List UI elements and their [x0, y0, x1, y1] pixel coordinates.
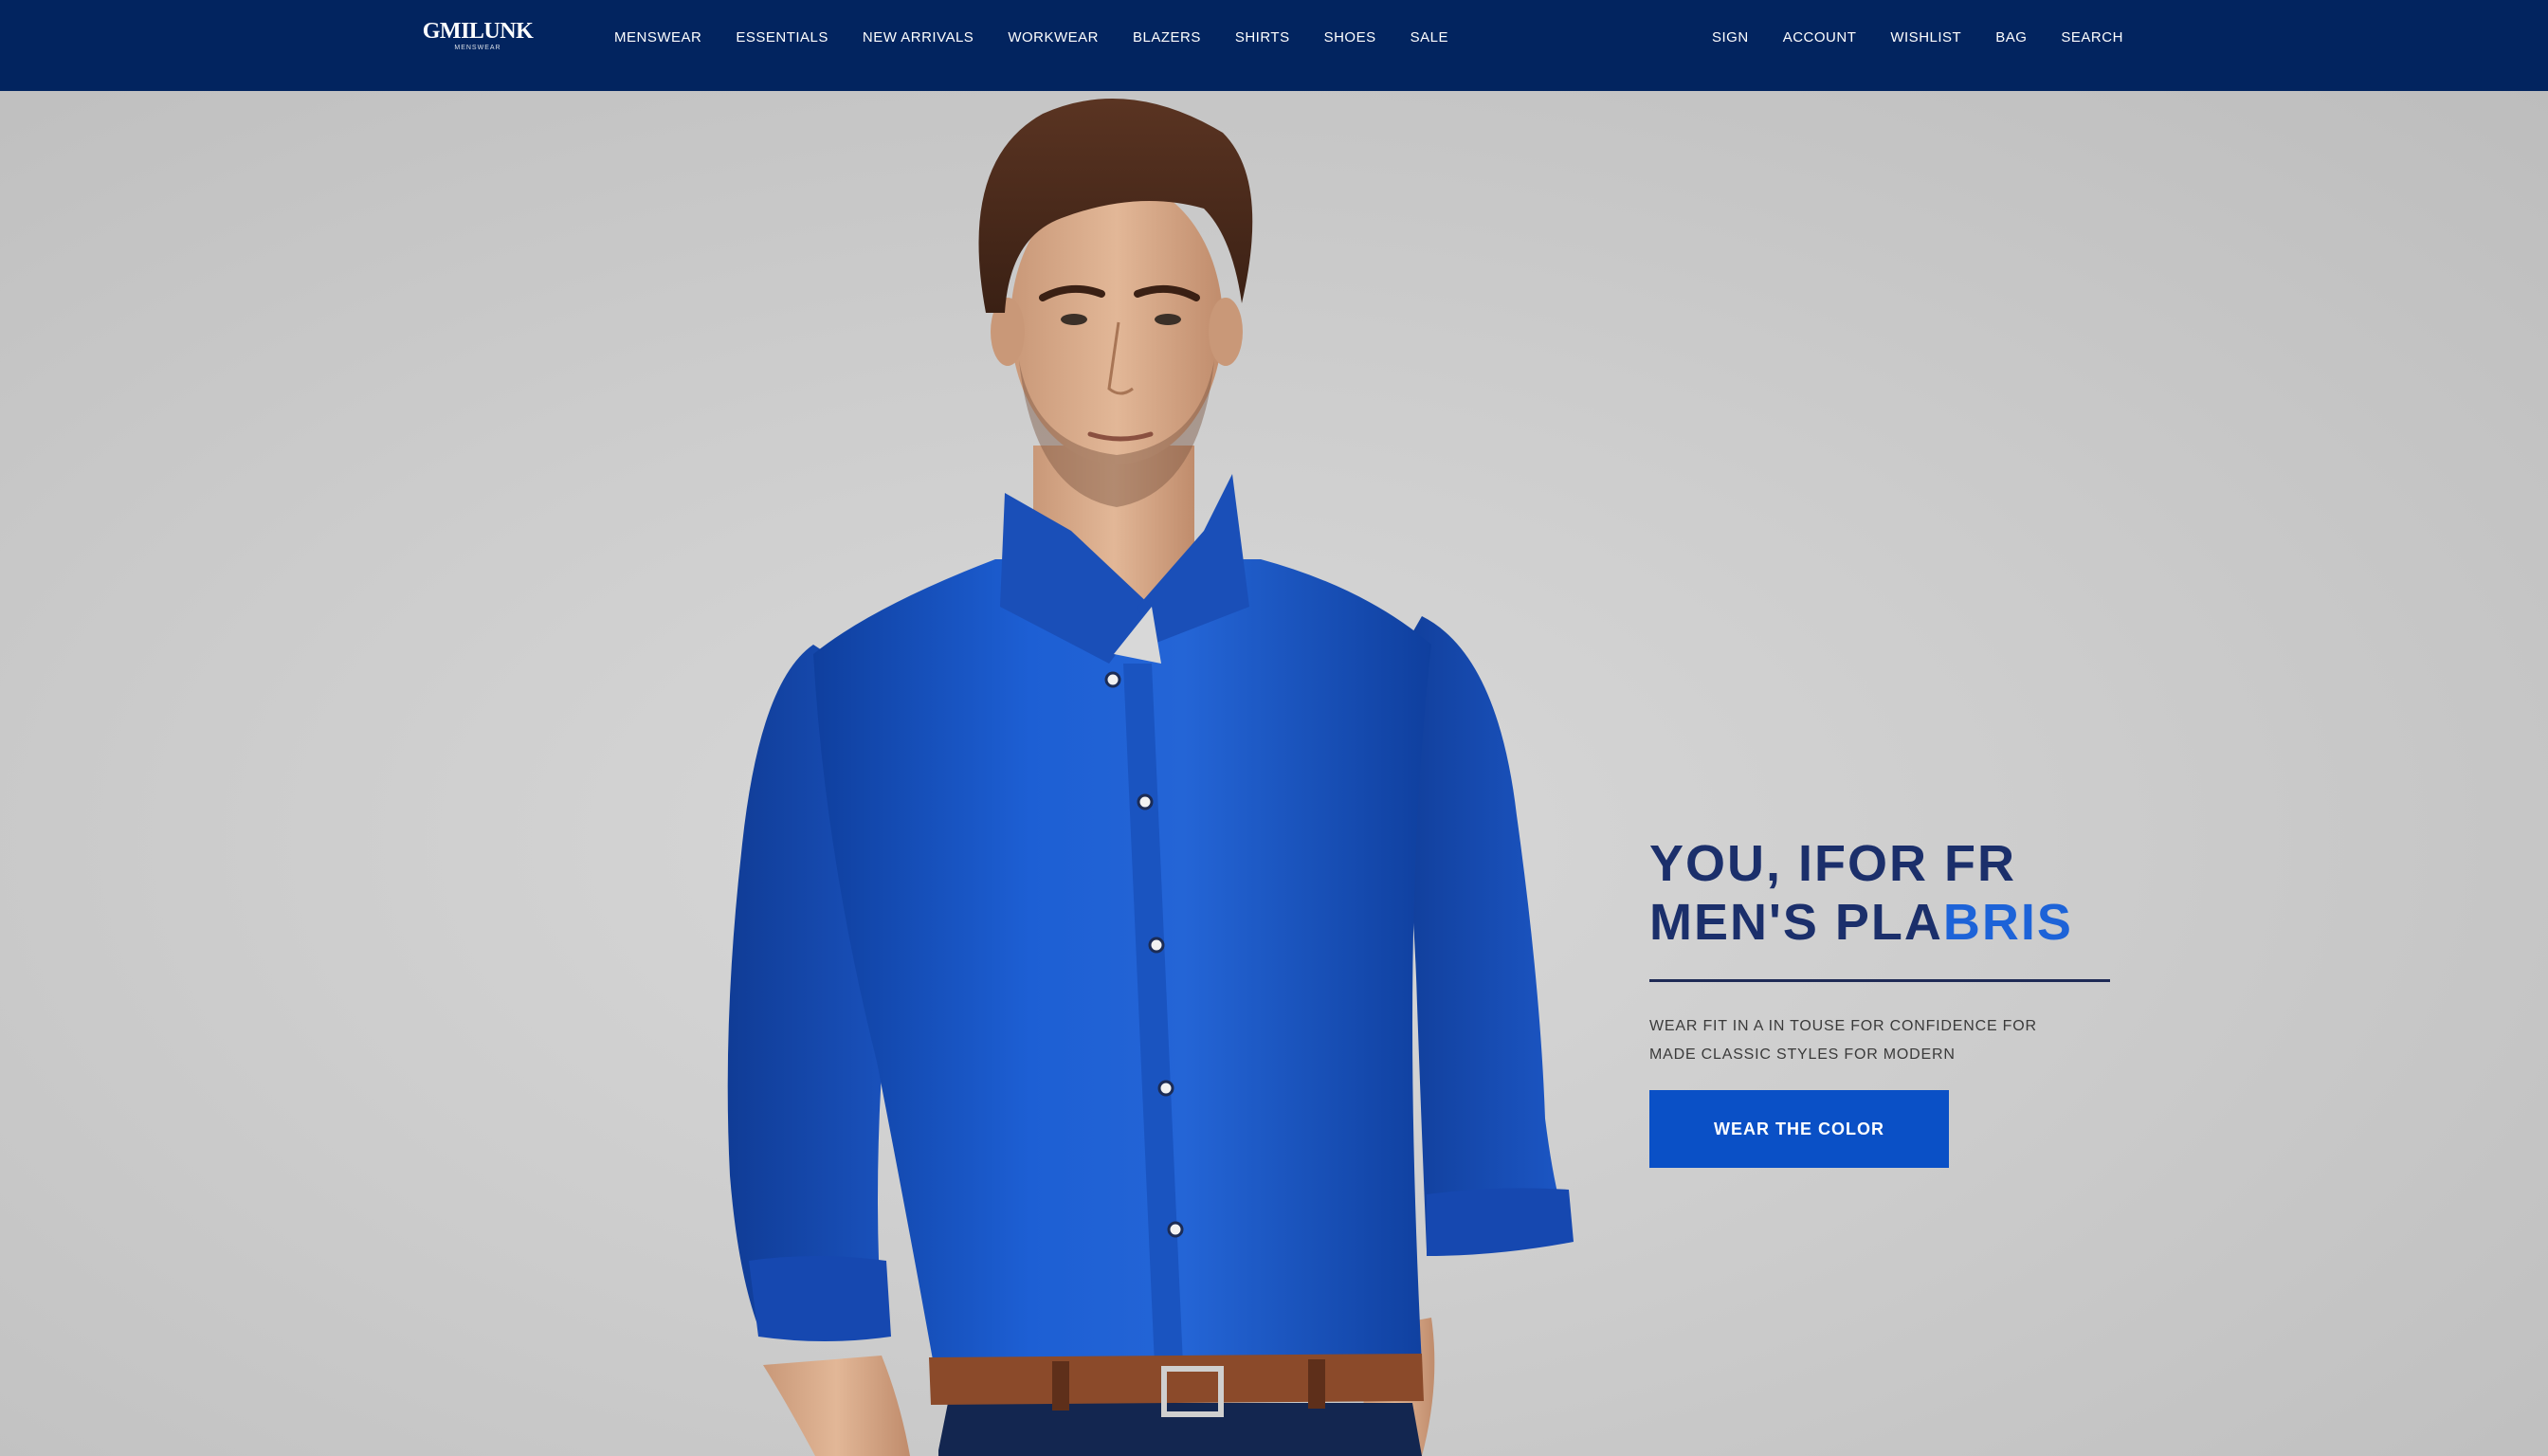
logo-tagline: MENSWEAR	[454, 45, 501, 51]
utility-item-3[interactable]: WISHLIST	[1890, 28, 1961, 47]
hero-subtext: WEAR FIT IN A IN TOUSE FOR CONFIDENCE FO…	[1649, 1012, 2180, 1069]
logo-wordmark: GMILUNK	[422, 19, 534, 44]
utility-item-5[interactable]: SEARCH	[2061, 28, 2123, 47]
utility-nav: SIGN ACCOUNT WISHLIST BAG SEARCH	[1712, 28, 2157, 47]
nav-item-5[interactable]: BLAZERS	[1133, 28, 1201, 47]
nav-item-4[interactable]: WORKWEAR	[1008, 28, 1099, 47]
utility-item-4[interactable]: BAG	[1995, 28, 2027, 47]
nav-item-3[interactable]: NEW ARRIVALS	[863, 28, 974, 47]
headline-divider	[1649, 979, 2110, 982]
shop-now-button[interactable]: WEAR THE COLOR	[1649, 1090, 1949, 1168]
headline-line-2: MEN'S PLA	[1649, 894, 1943, 951]
nav-item-6[interactable]: SHIRTS	[1235, 28, 1290, 47]
hero-model-image	[727, 99, 1574, 1456]
primary-nav: MENSWEAR ESSENTIALS NEW ARRIVALS WORKWEA…	[614, 28, 1483, 47]
headline-line-1: YOU, IFOR FR	[1649, 835, 2016, 892]
nav-item-2[interactable]: ESSENTIALS	[736, 28, 828, 47]
hero-banner: YOU, IFOR FR MEN'S PLABRIS WEAR FIT IN A…	[0, 91, 2548, 1456]
subtext-line-1: WEAR FIT IN A IN TOUSE FOR CONFIDENCE FO…	[1649, 1018, 2037, 1034]
hero-headline: YOU, IFOR FR MEN'S PLABRIS	[1649, 834, 2073, 952]
utility-item-1[interactable]: SIGN	[1712, 28, 1749, 47]
utility-item-2[interactable]: ACCOUNT	[1783, 28, 1857, 47]
headline-accent: BRIS	[1942, 894, 2073, 951]
top-navigation-bar: GMILUNK MENSWEAR MENSWEAR ESSENTIALS NEW…	[0, 0, 2548, 91]
nav-item-8[interactable]: SALE	[1410, 28, 1448, 47]
nav-item-7[interactable]: SHOES	[1324, 28, 1376, 47]
brand-logo[interactable]: GMILUNK MENSWEAR	[413, 19, 542, 52]
subtext-line-2: MADE CLASSIC STYLES FOR MODERN	[1649, 1046, 1956, 1063]
nav-item-1[interactable]: MENSWEAR	[614, 28, 701, 47]
